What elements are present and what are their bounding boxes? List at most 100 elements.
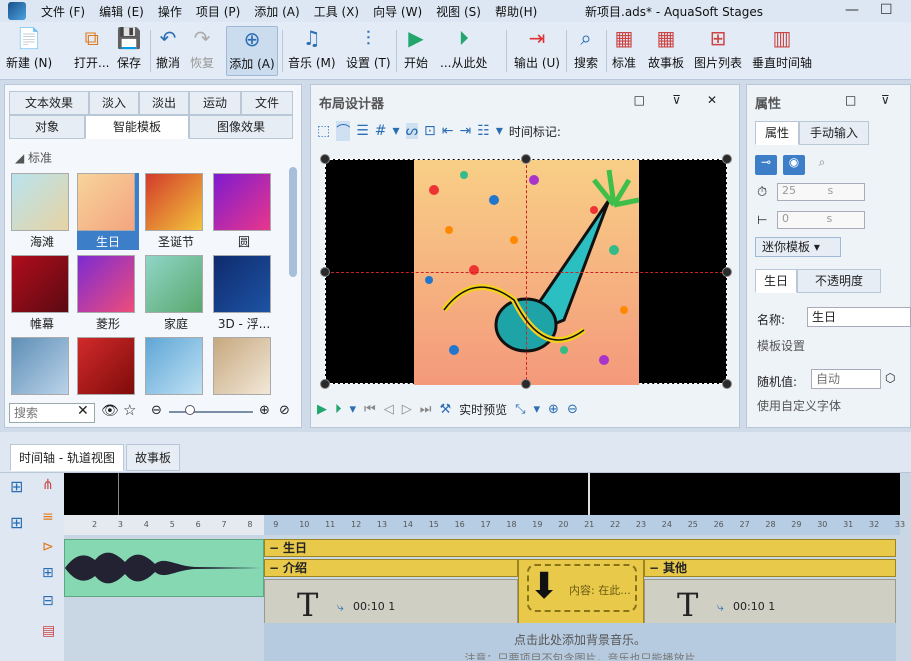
curve-tool-icon[interactable]: ⌒ [336, 121, 351, 141]
tab-manual-input[interactable]: 手动输入 [799, 121, 869, 145]
preview-canvas[interactable] [320, 154, 732, 389]
template-bubble[interactable] [213, 337, 275, 395]
template-circle[interactable]: 圆 [213, 173, 275, 250]
play-from-here-icon[interactable]: ⏵ [335, 402, 342, 417]
menu-tools[interactable]: 工具 (X) [307, 3, 366, 20]
menu-view[interactable]: 视图 (S) [429, 3, 488, 20]
dropdown-icon[interactable]: ▾ [534, 402, 541, 417]
last-frame-icon[interactable]: ⏭ [420, 402, 432, 417]
resize-handle[interactable] [320, 379, 330, 389]
panel-pin-icon[interactable]: ⊽ [672, 93, 681, 107]
tab-storyboard[interactable]: 故事板 [125, 444, 180, 471]
menu-add[interactable]: 添加 (A) [247, 3, 306, 20]
menu-help[interactable]: 帮助(H) [488, 3, 544, 20]
clip-other-body[interactable]: T ⤷ 00:10 1 [644, 579, 896, 629]
slide-icon[interactable]: ⊳ [42, 539, 54, 555]
zoom-slider[interactable] [169, 411, 253, 413]
resize-handle[interactable] [722, 154, 732, 164]
menu-wizard[interactable]: 向导 (W) [366, 3, 429, 20]
dropdown-icon[interactable]: ▾ [350, 402, 357, 417]
tab-file[interactable]: 文件 [241, 91, 293, 115]
tab-motion[interactable]: 运动 [189, 91, 241, 115]
offset-field[interactable]: 0 s [777, 211, 865, 229]
panel-close-icon[interactable]: ✕ [707, 93, 717, 107]
resize-handle[interactable] [521, 154, 531, 164]
zoom-in-icon[interactable]: ⊕ [548, 402, 559, 417]
nodes-icon[interactable]: ⤡ [515, 402, 525, 417]
tab-opacity[interactable]: 不透明度 [797, 269, 881, 293]
fit-width-icon[interactable]: ⊞ [10, 477, 23, 496]
dropdown-icon[interactable]: ▾ [393, 123, 400, 139]
marker-icon[interactable]: ⋔ [42, 477, 54, 493]
storyboard-view-button[interactable]: ▦ 故事板 [648, 26, 684, 71]
grid-tool-icon[interactable]: # [375, 123, 387, 139]
clip-content-placeholder[interactable]: 内容: 在此... ⬇ [518, 559, 644, 629]
realtime-preview-button[interactable]: 实时预览 [459, 401, 507, 418]
panel-minimize-icon[interactable]: □ [634, 93, 645, 107]
redo-button[interactable]: ↷ 恢复 [190, 26, 214, 71]
clip-intro-body[interactable]: T ⤷ 00:10 1 [264, 579, 518, 629]
eye-icon[interactable]: ◉ [783, 155, 805, 175]
marker-out-icon[interactable]: ⇥ [460, 123, 472, 139]
resize-handle[interactable] [722, 379, 732, 389]
audio-clip[interactable] [64, 539, 264, 597]
scrollbar-thumb[interactable] [289, 167, 297, 277]
resize-handle[interactable] [320, 267, 330, 277]
play-from-here-button[interactable]: ⏵ ...从此处 [440, 26, 487, 71]
eye-icon[interactable]: 👁 [101, 403, 119, 419]
resize-handle[interactable] [320, 154, 330, 164]
image-list-button[interactable]: ⊞ 图片列表 [694, 26, 742, 71]
ungroup-icon[interactable]: ⊟ [42, 593, 54, 609]
layer-icon[interactable]: ▤ [42, 623, 55, 639]
add-button[interactable]: ⊕ 添加 (A) [226, 26, 278, 76]
menu-edit[interactable]: 编辑 (E) [92, 3, 151, 20]
path-tool-icon[interactable]: ᔕ [405, 123, 419, 139]
realtime-preview-icon[interactable]: ⚒ [439, 402, 451, 417]
play-icon[interactable]: ▶ [317, 402, 327, 417]
tab-fade-out[interactable]: 淡出 [139, 91, 189, 115]
marker-in-icon[interactable]: ⇤ [442, 123, 454, 139]
zoom-in-icon[interactable]: ⊕ [259, 403, 270, 418]
template-heart[interactable] [77, 337, 139, 395]
zoom-out-icon[interactable]: ⊖ [151, 403, 162, 418]
tab-fade-in[interactable]: 淡入 [89, 91, 139, 115]
dropdown-icon[interactable]: ▾ [496, 123, 503, 139]
star-icon[interactable]: ☆ [123, 401, 136, 419]
new-button[interactable]: 📄 新建 (N) [6, 26, 52, 71]
frame-tool-icon[interactable]: ⊡ [424, 123, 436, 139]
clip-intro-header[interactable]: − 介绍 [264, 559, 518, 577]
template-christmas[interactable]: 圣诞节 [145, 173, 207, 250]
search-button[interactable]: ⌕ 搜索 [574, 26, 598, 71]
tab-smart-templates[interactable]: 智能模板 [85, 115, 189, 139]
template-family[interactable]: 家庭 [145, 255, 207, 332]
export-button[interactable]: ⇥ 输出 (U) [514, 26, 560, 71]
name-field[interactable]: 生日 [807, 307, 911, 327]
collapse-icon[interactable]: − [649, 560, 659, 576]
save-button[interactable]: 💾 保存 [117, 26, 142, 71]
list-icon[interactable]: ☷ [477, 123, 490, 139]
zoom-slider-handle[interactable] [185, 405, 195, 415]
select-tool-icon[interactable]: ⬚ [317, 123, 330, 139]
resize-handle[interactable] [722, 267, 732, 277]
settings-button[interactable]: ⫶ 设置 (T) [346, 26, 391, 71]
template-diamond[interactable]: 菱形 [77, 255, 139, 332]
collapse-icon[interactable]: − [269, 540, 279, 556]
zoom-fit-icon[interactable]: ⊞ [10, 513, 23, 532]
duration-field[interactable]: 25 s [777, 183, 865, 201]
tab-timeline-track-view[interactable]: 时间轴 - 轨道视图 [10, 444, 124, 471]
clip-other-header[interactable]: − 其他 [644, 559, 896, 577]
menu-action[interactable]: 操作 [151, 3, 189, 20]
background-music-dropzone[interactable]: 点击此处添加背景音乐。 注意：只要项目不包含图片，音乐也只能播放片 [264, 623, 896, 661]
template-birthday[interactable]: 生日 [77, 173, 139, 250]
music-button[interactable]: ♫ 音乐 (M) [288, 26, 336, 71]
tab-image-effects[interactable]: 图像效果 [189, 115, 293, 139]
mini-template-dropdown[interactable]: 迷你模板 ▾ [755, 237, 841, 257]
menu-project[interactable]: 项目 (P) [189, 3, 247, 20]
clear-search-icon[interactable]: ✕ [77, 403, 89, 419]
menu-file[interactable]: 文件 (F) [34, 3, 92, 20]
group-icon[interactable]: ⊞ [42, 565, 54, 581]
undo-button[interactable]: ↶ 撤消 [156, 26, 180, 71]
tab-text-effects[interactable]: 文本效果 [9, 91, 89, 115]
template-rays[interactable] [11, 337, 73, 395]
maximize-button[interactable]: ☐ [880, 2, 893, 18]
